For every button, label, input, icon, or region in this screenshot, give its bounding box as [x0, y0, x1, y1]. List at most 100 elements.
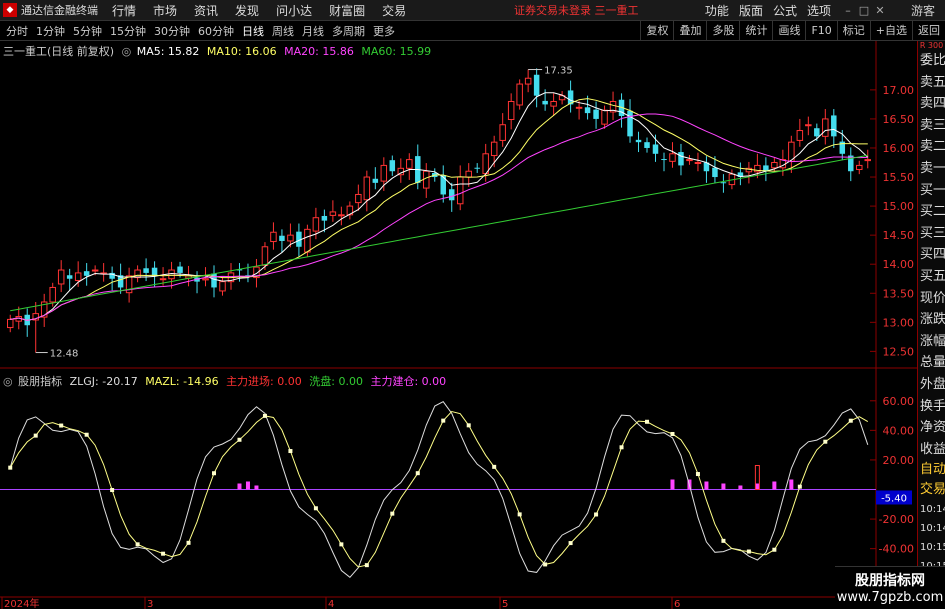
candle-body-up: [669, 153, 676, 162]
btn-draw[interactable]: 画线: [772, 21, 805, 41]
period-daily[interactable]: 日线: [242, 23, 264, 39]
kline-chart[interactable]: 17.00 16.50 16.00 15.50 15.00 14.50 14.00 13.50…: [0, 41, 917, 609]
candle-body-up: [499, 124, 506, 141]
quote-field: 委比: [920, 53, 945, 68]
candle-body-up: [575, 106, 583, 109]
ma-line-60: [10, 154, 868, 312]
period-60min[interactable]: 60分钟: [198, 23, 234, 39]
menu-function[interactable]: 功能: [705, 2, 729, 19]
candle-body-up: [406, 159, 413, 169]
btn-add-watchlist[interactable]: +自选: [869, 21, 912, 41]
mazl-dot: [441, 418, 446, 423]
mazl-dot: [313, 506, 318, 511]
candle-body-up: [219, 281, 226, 292]
period-timeshare[interactable]: 分时: [6, 23, 28, 39]
candle-body-down: [143, 268, 149, 273]
x-tick-label: 2024年: [4, 597, 39, 609]
mazl-dot: [339, 542, 344, 547]
btn-multi-stock[interactable]: 多股: [706, 21, 739, 41]
candle-body-up: [490, 141, 498, 157]
build-position-label: 主力建仓: 0.00: [370, 375, 447, 388]
candle-body-up: [7, 318, 14, 329]
candle-body-down: [542, 100, 548, 105]
main-entry-label: 主力进场: 0.00: [226, 375, 302, 388]
mazl-dot: [645, 419, 650, 424]
ma20-label: MA20: 15.86: [284, 45, 354, 58]
build-position-bar: [704, 481, 709, 490]
mazl-dot: [823, 439, 828, 444]
y-tick-label: 14.50: [883, 229, 915, 242]
ma5-label: MA5: 15.82: [136, 45, 200, 58]
quote-field: 买二: [920, 204, 945, 220]
watermark-url: www.7gpzb.com: [836, 590, 944, 605]
btn-overlay[interactable]: 叠加: [673, 21, 706, 41]
y-tick-label: 16.00: [883, 142, 915, 155]
build-position-bar: [237, 483, 242, 490]
period-15min[interactable]: 15分钟: [110, 23, 146, 39]
menu-formula[interactable]: 公式: [773, 2, 797, 19]
candle-body-down: [448, 189, 455, 201]
quote-field: 收益: [920, 441, 945, 457]
candle-body-down: [652, 144, 659, 154]
quote-field: 10:14: [920, 523, 945, 535]
legend-toggle-icon[interactable]: ◎: [122, 45, 132, 58]
menu-layout[interactable]: 版面: [739, 2, 763, 19]
chart-area[interactable]: 17.00 16.50 16.00 15.50 15.00 14.50 14.00 13.50…: [0, 41, 917, 609]
guest-label[interactable]: 游客: [911, 2, 935, 19]
maximize-icon[interactable]: □: [857, 4, 871, 17]
ma-line-20: [10, 113, 868, 321]
mazl-dot: [262, 413, 267, 418]
ma10-label: MA10: 16.06: [206, 45, 277, 58]
mazl-dot: [288, 449, 293, 454]
candle-body-up: [601, 109, 608, 125]
menu-trade[interactable]: 交易: [382, 2, 406, 19]
candle-body-up: [550, 100, 557, 107]
indicator-name[interactable]: 股朋指标: [18, 375, 62, 388]
period-multi[interactable]: 多周期: [332, 23, 365, 39]
btn-f10[interactable]: F10: [805, 21, 836, 41]
mazl-dot: [492, 464, 497, 469]
candle-body-down: [584, 107, 591, 114]
period-5min[interactable]: 5分钟: [73, 23, 102, 39]
quote-field: 涨幅: [920, 333, 945, 349]
btn-stats[interactable]: 统计: [739, 21, 772, 41]
candle-body-down: [720, 182, 727, 184]
current-value-label: -5.40: [881, 493, 907, 504]
build-position-bar: [772, 481, 777, 490]
ma-line-5: [10, 92, 869, 321]
candle-body-down: [474, 167, 480, 169]
period-1min[interactable]: 1分钟: [36, 23, 65, 39]
mazl-dot: [415, 471, 420, 476]
period-weekly[interactable]: 周线: [272, 23, 294, 39]
main-legend: 三一重工(日线 前复权) ◎ MA5: 15.82 MA10: 16.06 MA…: [3, 43, 431, 59]
candle-body-down: [372, 178, 379, 183]
close-icon[interactable]: ✕: [873, 4, 887, 17]
mazl-dot: [466, 423, 471, 428]
mazl-dot: [33, 433, 38, 438]
period-more[interactable]: 更多: [373, 23, 395, 39]
build-position-bar: [755, 483, 760, 490]
menu-wealth[interactable]: 财富圈: [329, 2, 365, 19]
mazl-dot: [8, 465, 13, 470]
btn-back[interactable]: 返回: [912, 21, 945, 41]
candle-body-up: [91, 269, 99, 272]
menu-ask[interactable]: 问小达: [276, 2, 312, 19]
btn-mark[interactable]: 标记: [836, 21, 870, 41]
minimize-icon[interactable]: –: [841, 4, 855, 17]
ma60-label: MA60: 15.99: [361, 45, 432, 58]
menu-quotes[interactable]: 行情: [112, 2, 136, 19]
indicator-toggle-icon[interactable]: ◎: [3, 375, 13, 388]
menu-discover[interactable]: 发现: [235, 2, 259, 19]
mazl-label: MAZL: -14.96: [145, 375, 219, 388]
candle-body-up: [57, 269, 65, 285]
menu-news[interactable]: 资讯: [194, 2, 218, 19]
candle-body-down: [593, 109, 599, 119]
x-tick-label: 3: [147, 599, 153, 609]
menu-options[interactable]: 选项: [807, 2, 831, 19]
period-monthly[interactable]: 月线: [302, 23, 324, 39]
btn-adjust[interactable]: 复权: [640, 21, 673, 41]
menu-market[interactable]: 市场: [153, 2, 177, 19]
candle-body-up: [261, 246, 269, 266]
candle-body-up: [363, 176, 371, 201]
period-30min[interactable]: 30分钟: [154, 23, 190, 39]
